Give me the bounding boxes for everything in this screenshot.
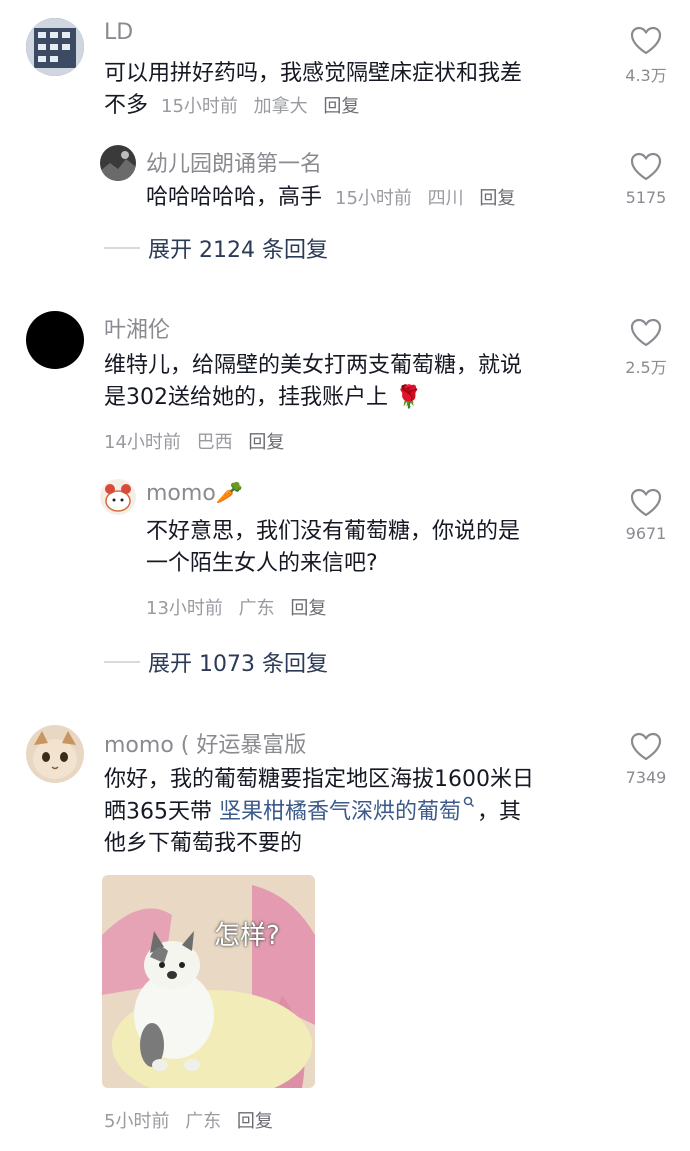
reply-username[interactable]: momo🥕 [146, 481, 243, 506]
comment-location: 巴西 [196, 432, 233, 453]
comment-text-line: 不多 [104, 93, 149, 118]
comment-username[interactable]: momo ( 好运暴富版 [104, 727, 306, 759]
expand-replies-label: 展开 2124 条回复 [148, 238, 328, 263]
like-count: 2.5万 [625, 358, 667, 377]
comment-text: 维特儿，给隔壁的美女打两支葡萄糖，就说 是302送给她的，挂我账户上 🌹 [104, 350, 604, 414]
like-button[interactable]: 2.5万 [614, 318, 678, 378]
reply-text: 不好意思，我们没有葡萄糖，你说的是 一个陌生女人的来信吧? [146, 516, 586, 580]
comment-username[interactable]: LD [104, 20, 133, 45]
comment-text-line: 维特儿，给隔壁的美女打两支葡萄糖，就说 [104, 353, 523, 378]
comment-text-line-with-meta: 不多 15小时前 加拿大 回复 [104, 90, 604, 123]
like-count: 7349 [625, 768, 667, 787]
comment-time: 5小时前 [104, 1111, 170, 1132]
expand-replies-button[interactable]: 展开 2124 条回复 [104, 232, 328, 264]
reply-button[interactable]: 回复 [248, 432, 284, 453]
reply-button[interactable]: 回复 [237, 1111, 273, 1132]
comment-text-line-with-link: 晒365天带 坚果柑橘香气深烘的葡萄 ，其 [104, 796, 604, 828]
reply-text-with-meta: 哈哈哈哈哈，高手 15小时前 四川 回复 [146, 182, 525, 215]
comment-text-line: 他乡下葡萄我不要的 [104, 831, 303, 857]
comment-meta: 14小时前 巴西 回复 [104, 428, 294, 454]
comment-meta: 5小时前 广东 回复 [104, 1107, 283, 1133]
like-count: 5175 [625, 188, 667, 207]
comment-text-line: 可以用拼好药吗，我感觉隔壁床症状和我差 [104, 61, 523, 86]
reply-location: 广东 [238, 598, 275, 619]
like-count: 4.3万 [625, 66, 667, 85]
avatar[interactable] [100, 145, 136, 181]
comment-image[interactable]: 怎样? [102, 875, 315, 1088]
comment-time: 15小时前 [161, 96, 238, 117]
reply-text-line: 不好意思，我们没有葡萄糖，你说的是 [146, 519, 521, 544]
search-icon[interactable] [463, 796, 475, 810]
like-button[interactable]: 4.3万 [614, 26, 678, 86]
heart-outline-icon [630, 488, 662, 517]
cat-meme-image [102, 875, 315, 1088]
reply-username[interactable]: 幼儿园朗诵第一名 [146, 146, 322, 178]
reply-location: 四川 [427, 188, 464, 209]
reply-time: 13小时前 [146, 598, 223, 619]
reply-button[interactable]: 回复 [290, 598, 326, 619]
divider [104, 661, 140, 663]
reply-button[interactable]: 回复 [479, 188, 515, 209]
heart-outline-icon [630, 152, 662, 181]
rose-emoji-icon: 🌹 [395, 385, 423, 410]
heart-outline-icon [630, 318, 662, 347]
comment-text-line-with-emoji: 是302送给她的，挂我账户上 🌹 [104, 382, 604, 414]
like-count: 9671 [625, 524, 667, 543]
comment-text-segment: 晒365天带 [104, 799, 219, 825]
heart-outline-icon [630, 26, 662, 55]
search-link[interactable]: 坚果柑橘香气深烘的葡萄 [219, 799, 461, 824]
avatar[interactable] [26, 311, 84, 369]
expand-replies-button[interactable]: 展开 1073 条回复 [104, 646, 328, 678]
comment-text-line: 是302送给她的，挂我账户上 [104, 385, 388, 410]
comment-location: 广东 [185, 1111, 222, 1132]
expand-replies-label: 展开 1073 条回复 [148, 652, 328, 677]
divider [104, 247, 140, 249]
comment-text-segment: ，其 [477, 799, 522, 825]
heart-outline-icon [630, 732, 662, 761]
avatar[interactable] [26, 18, 84, 76]
comment-username[interactable]: 叶湘伦 [104, 312, 170, 344]
comment-text: 你好，我的葡萄糖要指定地区海拔1600米日 晒365天带 坚果柑橘香气深烘的葡萄… [104, 764, 604, 860]
comment-time: 14小时前 [104, 432, 181, 453]
comment-location: 加拿大 [253, 96, 308, 117]
image-caption: 怎样? [214, 921, 280, 951]
reply-button[interactable]: 回复 [323, 96, 359, 117]
reply-text-line: 一个陌生女人的来信吧? [146, 551, 378, 576]
reply-text: 哈哈哈哈哈，高手 [146, 185, 323, 210]
like-button[interactable]: 7349 [614, 732, 678, 787]
comment-text-line: 你好，我的葡萄糖要指定地区海拔1600米日 [104, 767, 534, 792]
like-button[interactable]: 5175 [614, 152, 678, 207]
reply-time: 15小时前 [335, 188, 412, 209]
comment-text: 可以用拼好药吗，我感觉隔壁床症状和我差 不多 15小时前 加拿大 回复 [104, 58, 604, 123]
reply-meta: 13小时前 广东 回复 [146, 594, 336, 620]
avatar[interactable] [26, 725, 84, 783]
like-button[interactable]: 9671 [614, 488, 678, 543]
avatar[interactable] [100, 479, 136, 515]
